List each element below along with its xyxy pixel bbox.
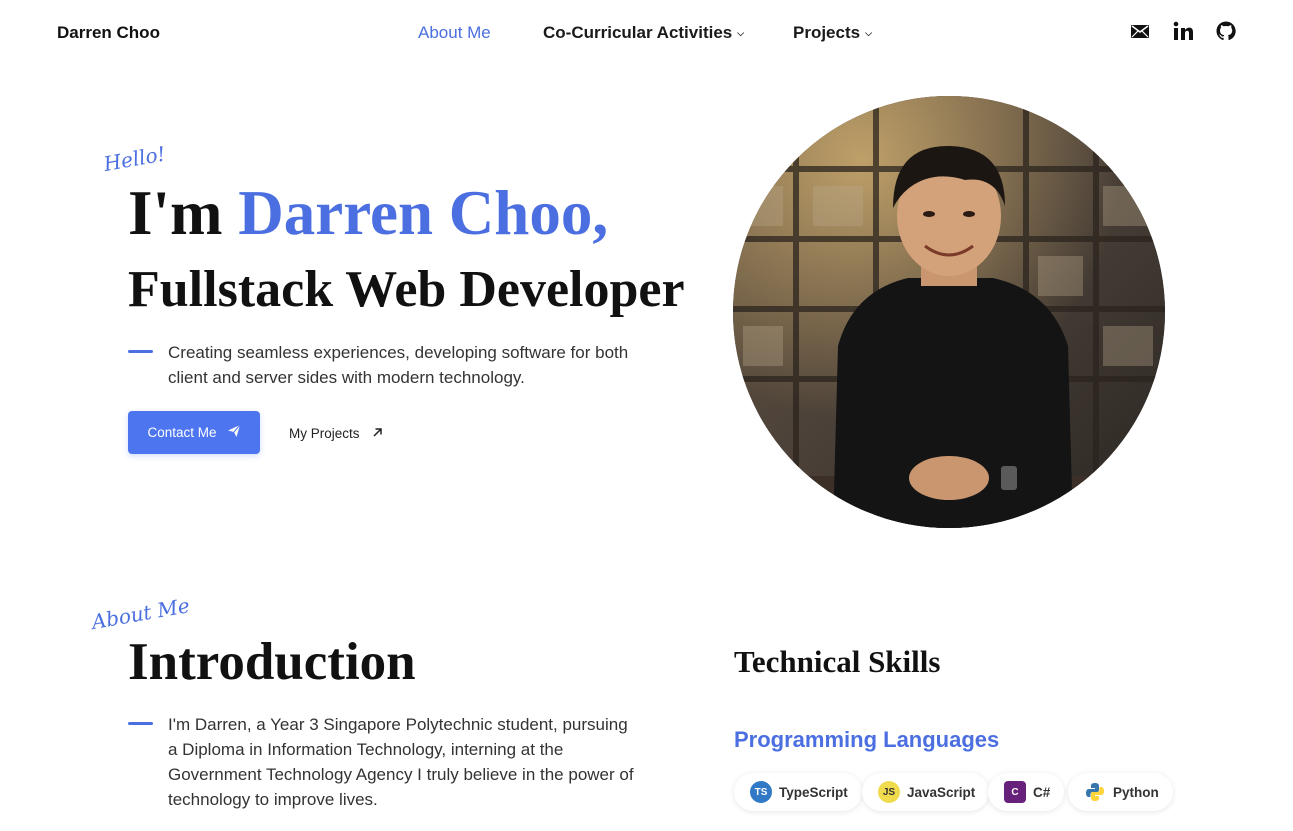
nav-link-label: About Me (418, 23, 491, 42)
skill-label: Python (1113, 784, 1159, 800)
hero-subtitle: Fullstack Web Developer (128, 261, 685, 318)
accent-dash (128, 350, 153, 353)
my-projects-link[interactable]: My Projects (289, 420, 383, 446)
chevron-down-icon: ⌵ (865, 28, 872, 38)
hero-title-prefix: I'm (128, 178, 239, 248)
nav-link-projects[interactable]: Projects ⌵ (793, 23, 872, 43)
csharp-icon: C (1004, 781, 1026, 803)
skill-label: JavaScript (907, 784, 976, 800)
programming-languages-title: Programming Languages (734, 727, 1000, 752)
nav-link-about-me[interactable]: About Me (418, 23, 491, 43)
hero-title: I'm Darren Choo, (128, 182, 608, 245)
linkedin-icon[interactable] (1172, 20, 1194, 42)
accent-dash (128, 722, 153, 725)
send-icon (227, 424, 241, 441)
brand-logo-text[interactable]: Darren Choo (57, 23, 160, 43)
skill-chip-csharp: C C# (988, 773, 1065, 811)
skill-chip-typescript: TS TypeScript (734, 773, 862, 811)
hero-description: Creating seamless experiences, developin… (168, 343, 629, 387)
my-projects-label: My Projects (289, 425, 360, 441)
arrow-up-right-icon (372, 426, 383, 441)
skill-chip-javascript: JS JavaScript (862, 773, 990, 811)
hero-name: Darren Choo, (238, 178, 609, 248)
mail-icon[interactable] (1129, 20, 1151, 42)
github-icon[interactable] (1215, 20, 1237, 42)
javascript-icon: JS (878, 781, 900, 803)
chevron-down-icon: ⌵ (737, 28, 745, 38)
introduction-description: I'm Darren, a Year 3 Singapore Polytechn… (168, 715, 634, 809)
typescript-icon: TS (750, 781, 772, 803)
contact-me-label: Contact Me (147, 425, 217, 440)
nav-link-co-curricular-activities[interactable]: Co-Curricular Activities ⌵ (543, 23, 744, 43)
nav-link-label: Projects (793, 23, 861, 42)
nav-link-label: Co-Curricular Activities (543, 23, 733, 42)
top-navbar: Darren Choo About Me Co-Curricular Activ… (0, 0, 1293, 66)
skill-label: C# (1033, 784, 1051, 800)
skill-label: TypeScript (779, 784, 848, 800)
technical-skills-title: Technical Skills (734, 644, 941, 679)
about-me-script-label: About Me (89, 593, 192, 634)
profile-photo (733, 96, 1165, 528)
introduction-title: Introduction (128, 633, 416, 691)
hello-script-label: Hello! (101, 141, 168, 176)
skill-chip-python: Python (1068, 773, 1173, 811)
python-icon (1084, 781, 1106, 803)
contact-me-button[interactable]: Contact Me (128, 411, 260, 454)
